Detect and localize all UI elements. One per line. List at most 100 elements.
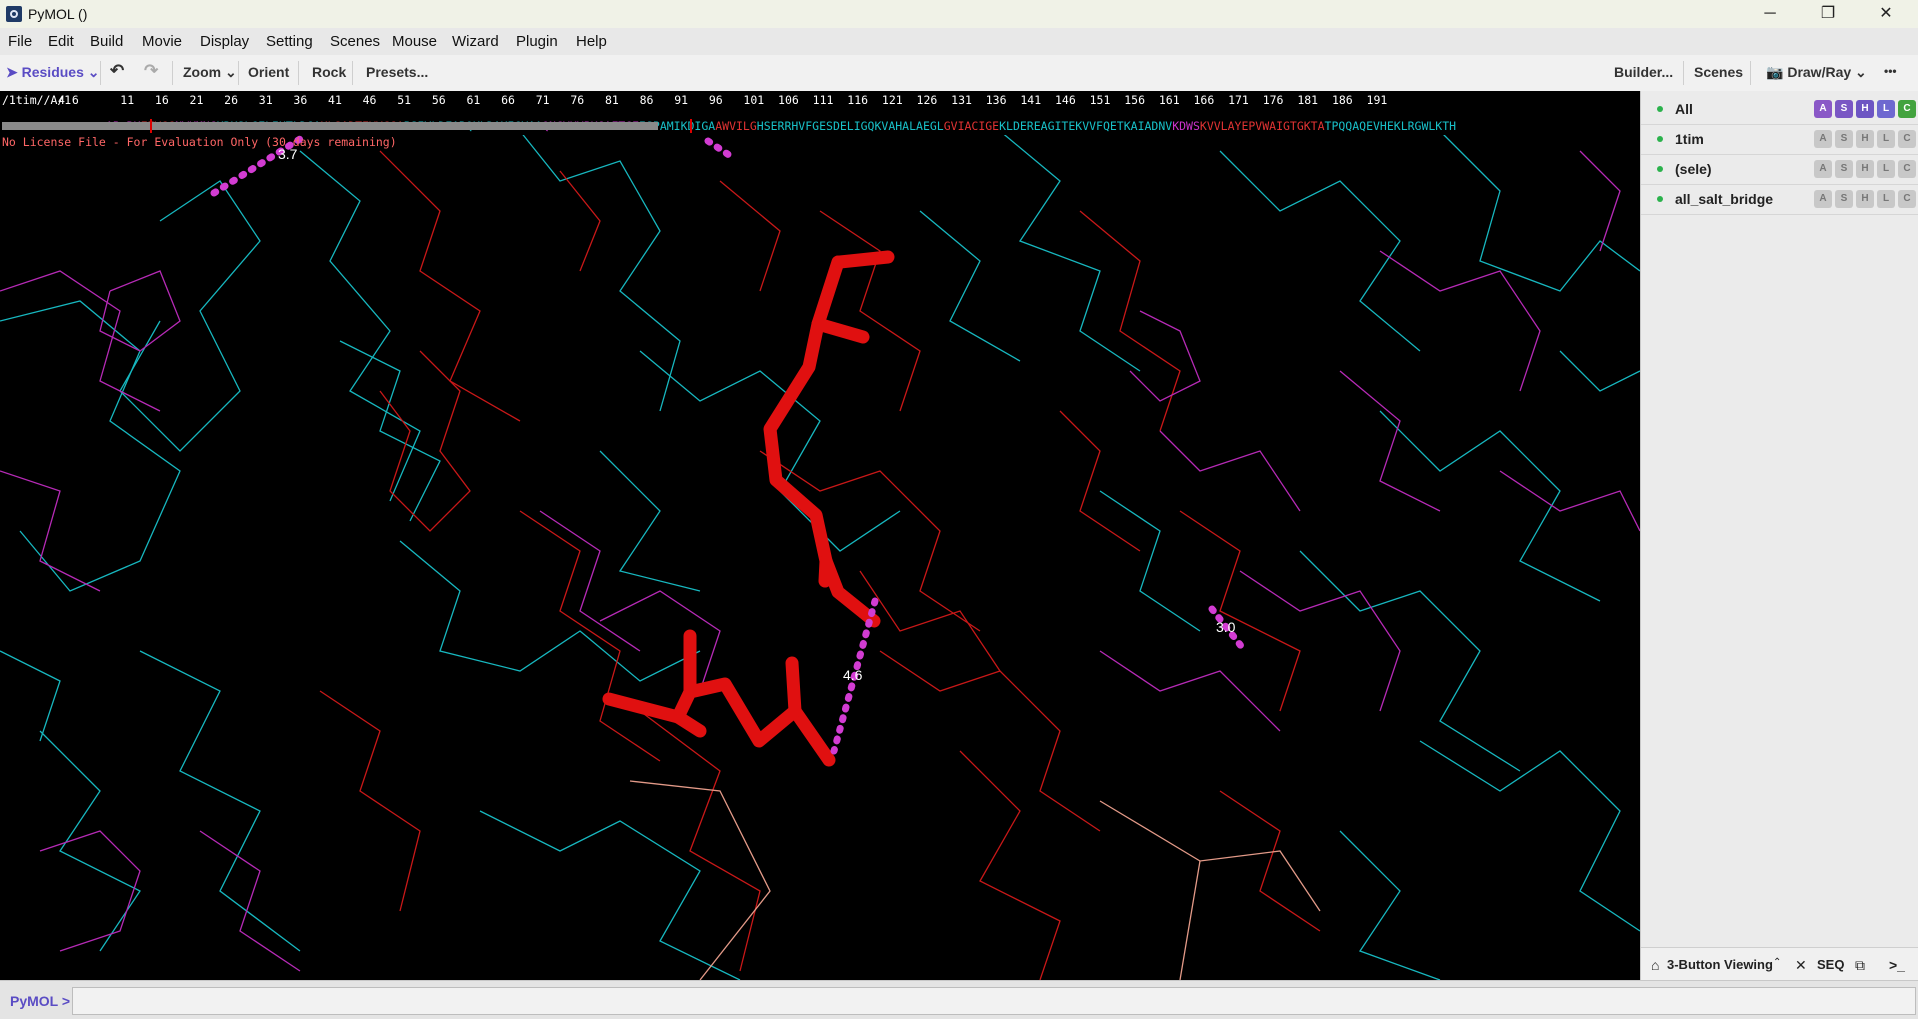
camera-icon: 📷 [1766,64,1788,80]
seq-segment[interactable]: HSERRHVFGES [757,119,833,133]
seq-segment[interactable]: DELIGQKVAHALAEGL [833,119,944,133]
molecular-viewport[interactable]: /1tim//A/1 4 6 11 16 21 26 31 36 41 46 5… [0,91,1640,980]
seq-segment[interactable]: TPQQAQEVHEKLRGWLKTH [1325,119,1457,133]
object-name[interactable]: (sele) [1675,161,1712,177]
toolbar-divider [100,61,101,85]
pymol-logo-icon [6,6,22,22]
salt-bridge-residue-lower [602,629,836,767]
object-row-all-salt-bridge[interactable]: all_salt_bridge A S H L C [1641,184,1918,215]
menu-display[interactable]: Display [200,33,249,50]
sequence-scrollbar[interactable] [2,122,658,130]
object-row-1tim[interactable]: 1tim A S H L C [1641,124,1918,155]
command-prompt: PyMOL > [10,993,71,1009]
object-row-sele[interactable]: (sele) A S H L C [1641,154,1918,185]
enabled-dot-icon[interactable] [1657,136,1663,142]
seq-segment[interactable]: GVIACIGE [944,119,999,133]
rock-button[interactable]: Rock [312,64,346,80]
minimize-button[interactable]: ─ [1748,2,1792,26]
menu-plugin[interactable]: Plugin [516,33,558,50]
molecule-render[interactable] [0,91,1640,980]
toolbar-divider [172,61,173,85]
sequence-viewer[interactable]: /1tim//A/1 4 6 11 16 21 26 31 36 41 46 5… [0,91,1640,135]
color-button[interactable]: C [1898,160,1916,178]
menu-wizard[interactable]: Wizard [452,33,499,50]
window-title: PyMOL () [28,6,88,22]
menu-build[interactable]: Build [90,33,123,50]
distance-label: 3.0 [1216,619,1236,635]
menu-setting[interactable]: Setting [266,33,313,50]
mouse-icon: ⌂ [1651,957,1660,973]
enabled-dot-icon[interactable] [1657,196,1663,202]
menu-movie[interactable]: Movie [142,33,182,50]
selection-mode-dropdown[interactable]: ➤ Residues ⌄ [6,64,100,81]
hide-button[interactable]: H [1856,190,1874,208]
undo-icon[interactable]: ↶ [110,61,124,81]
more-options-icon[interactable]: ••• [1884,64,1897,78]
toolbar-divider [1683,61,1684,85]
label-button[interactable]: L [1877,160,1895,178]
terminal-icon[interactable]: >_ [1889,957,1905,973]
toolbar-divider [298,61,299,85]
restore-button[interactable]: ❐ [1806,2,1850,26]
title-bar: PyMOL () ─ ❐ ✕ [0,0,1918,28]
show-button[interactable]: S [1835,130,1853,148]
sequence-selection-marker [690,119,692,133]
toolbar-divider [1750,61,1751,85]
enabled-dot-icon[interactable] [1657,166,1663,172]
object-name[interactable]: all_salt_bridge [1675,191,1773,207]
show-button[interactable]: S [1835,190,1853,208]
command-input[interactable] [72,987,1916,1015]
zoom-dropdown[interactable]: Zoom ⌄ [183,64,237,81]
panel-footer: ⌂ 3-Button Viewing ⌃ ✕ SEQ ⧉ >_ [1641,947,1918,981]
menu-bar: File Edit Build Movie Display Setting Sc… [0,28,1918,55]
toolbar-divider [352,61,353,85]
object-name[interactable]: All [1675,101,1693,117]
enabled-dot-icon[interactable] [1657,106,1663,112]
object-row-all[interactable]: All A S H L C [1641,94,1918,125]
distance-label: 3.7 [278,146,298,162]
action-button[interactable]: A [1814,190,1832,208]
label-button[interactable]: L [1877,190,1895,208]
chevron-down-icon: ⌄ [83,64,100,80]
seq-segment[interactable]: KLDEREAGITEKVVFQETKAIADNV [999,119,1172,133]
dock-icon[interactable]: ⧉ [1855,957,1865,974]
menu-scenes[interactable]: Scenes [330,33,380,50]
menu-mouse[interactable]: Mouse [392,33,437,50]
label-button[interactable]: L [1877,100,1895,118]
color-button[interactable]: C [1898,100,1916,118]
scenes-button[interactable]: Scenes [1694,64,1743,80]
close-window-button[interactable]: ✕ [1864,2,1908,26]
seq-segment[interactable]: KDWS [1172,119,1200,133]
color-button[interactable]: C [1898,130,1916,148]
cursor-icon: ➤ [6,64,22,80]
mouse-mode-dropdown[interactable]: 3-Button Viewing [1667,957,1773,972]
seq-segment[interactable]: AWVILG [715,119,757,133]
license-notice: No License File - For Evaluation Only (3… [2,135,397,149]
redo-icon[interactable]: ↷ [144,61,158,81]
label-button[interactable]: L [1877,130,1895,148]
hide-button[interactable]: H [1856,100,1874,118]
close-icon[interactable]: ✕ [1795,957,1807,974]
hide-button[interactable]: H [1856,160,1874,178]
menu-help[interactable]: Help [576,33,607,50]
show-button[interactable]: S [1835,100,1853,118]
menu-file[interactable]: File [8,33,32,50]
color-button[interactable]: C [1898,190,1916,208]
wire-salmon [629,780,1321,980]
show-button[interactable]: S [1835,160,1853,178]
hide-button[interactable]: H [1856,130,1874,148]
builder-button[interactable]: Builder... [1614,64,1673,80]
presets-button[interactable]: Presets... [366,64,428,80]
chevron-up-icon[interactable]: ⌃ [1773,957,1781,968]
object-name[interactable]: 1tim [1675,131,1704,147]
action-button[interactable]: A [1814,100,1832,118]
seq-segment[interactable]: KVVLAYEPVWAIGTGKTA [1200,119,1325,133]
draw-ray-dropdown[interactable]: 📷 Draw/Ray ⌄ [1766,64,1867,81]
orient-button[interactable]: Orient [248,64,289,80]
toolbar-divider [238,61,239,85]
action-button[interactable]: A [1814,160,1832,178]
seq-toggle-button[interactable]: SEQ [1817,957,1844,972]
menu-edit[interactable]: Edit [48,33,74,50]
action-button[interactable]: A [1814,130,1832,148]
distance-label: 4.6 [843,667,863,683]
